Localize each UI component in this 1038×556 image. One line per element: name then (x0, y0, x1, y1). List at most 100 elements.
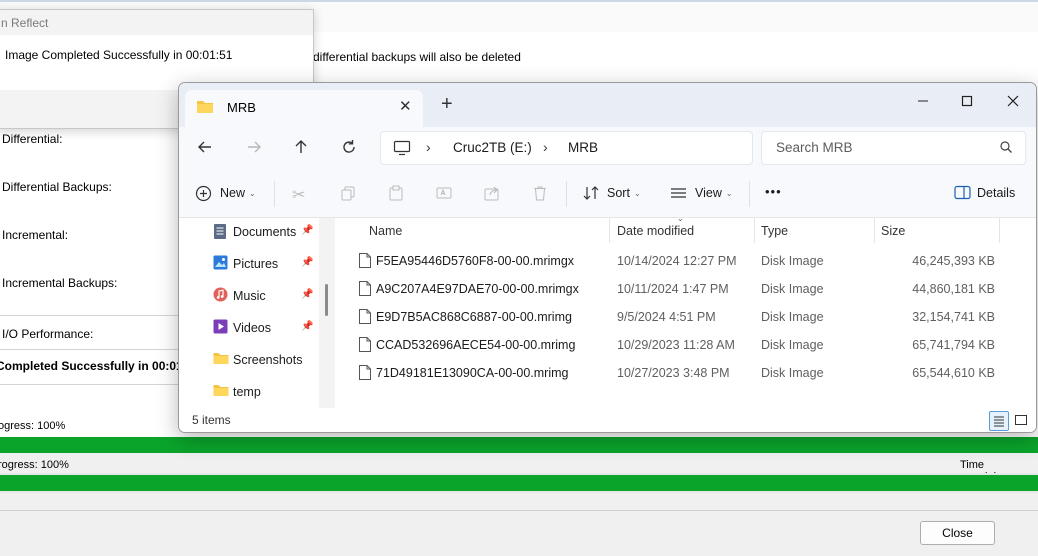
minimize-icon[interactable] (901, 88, 945, 114)
divider (0, 384, 180, 385)
file-icon (359, 253, 371, 271)
column-divider[interactable] (609, 217, 610, 243)
file-row[interactable]: A9C207A4E97DAE70-00-00.mrimgx 10/11/2024… (355, 275, 1015, 303)
view-button[interactable]: View ⌄ (695, 186, 733, 200)
file-row[interactable]: CCAD532696AECE54-00-00.mrimg 10/29/2023 … (355, 331, 1015, 359)
details-view-icon[interactable] (989, 411, 1009, 431)
delete-icon[interactable] (532, 185, 548, 204)
column-divider[interactable] (874, 217, 875, 243)
search-icon (999, 140, 1013, 157)
progress-text-1: ogress: 100% (0, 420, 66, 432)
breadcrumb-chevron-icon[interactable]: › (426, 139, 431, 155)
paste-icon[interactable] (388, 185, 404, 204)
view-icon (670, 185, 687, 204)
file-date: 10/29/2023 11:28 AM (617, 338, 735, 352)
nav-item-pictures[interactable]: Pictures 📌 (213, 253, 323, 277)
file-row[interactable]: 71D49181E13090CA-00-00.mrimg 10/27/2023 … (355, 359, 1015, 387)
close-window-icon[interactable] (991, 88, 1035, 114)
incremental-label: Incremental: (2, 228, 69, 242)
nav-label: Pictures (233, 257, 279, 271)
nav-item-screenshots[interactable]: Screenshots (213, 349, 323, 373)
close-tab-icon[interactable]: ✕ (399, 97, 412, 115)
large-icons-view-icon[interactable] (1012, 411, 1030, 429)
pin-icon[interactable]: 📌 (301, 289, 313, 300)
pin-icon[interactable]: 📌 (301, 225, 313, 236)
search-placeholder: Search MRB (776, 140, 853, 155)
sort-icon (583, 185, 600, 204)
completed-status: Completed Successfully in 00:01:5 (0, 359, 194, 373)
column-header-name[interactable]: Name (369, 224, 402, 238)
completion-message: Image Completed Successfully in 00:01:51 (5, 48, 233, 62)
search-box[interactable]: Search MRB (761, 131, 1026, 165)
file-size: 46,245,393 KB (912, 254, 995, 268)
more-options-icon[interactable]: ••• (765, 184, 782, 199)
file-name: F5EA95446D5760F8-00-00.mrimgx (376, 254, 575, 268)
new-label: New (220, 186, 246, 200)
forward-arrow-icon[interactable] (245, 138, 263, 160)
file-date: 10/27/2023 3:48 PM (617, 366, 730, 380)
progress-text-2: rogress: 100% (0, 459, 69, 471)
file-date: 10/14/2024 12:27 PM (617, 254, 737, 268)
sort-label: Sort (607, 186, 630, 200)
column-header-type[interactable]: Type (761, 224, 788, 238)
breadcrumb-drive[interactable]: Cruc2TB (E:) (453, 140, 532, 155)
column-divider[interactable] (754, 217, 755, 243)
view-label: View (695, 186, 722, 200)
column-divider[interactable] (999, 217, 1000, 243)
back-arrow-icon[interactable] (196, 138, 214, 160)
breadcrumb-folder[interactable]: MRB (568, 140, 598, 155)
share-icon[interactable] (484, 185, 500, 204)
file-icon (359, 365, 371, 383)
divider (0, 349, 180, 350)
nav-label: temp (233, 385, 261, 399)
refresh-icon[interactable] (340, 138, 358, 160)
rename-icon[interactable] (436, 185, 452, 204)
documents-icon (213, 223, 227, 243)
copy-icon[interactable] (340, 185, 356, 204)
incremental-backups-label: Incremental Backups: (2, 276, 118, 290)
differential-backups-label: Differential Backups: (2, 180, 112, 194)
sort-chevron-icon: ⌄ (677, 214, 684, 223)
file-explorer-window: MRB ✕ + › Cruc2TB (E:) › MRB Search MRB … (178, 82, 1037, 433)
file-type: Disk Image (761, 338, 824, 352)
sort-button[interactable]: Sort ⌄ (607, 186, 641, 200)
address-bar[interactable]: › Cruc2TB (E:) › MRB (380, 131, 753, 165)
tab-label: MRB (227, 100, 256, 115)
column-header-date[interactable]: Date modified (617, 224, 694, 238)
music-icon (213, 287, 228, 305)
maximize-icon[interactable] (945, 88, 989, 114)
new-button[interactable]: New ⌄ (220, 186, 256, 200)
details-button[interactable]: Details (977, 186, 1015, 200)
close-button[interactable]: Close (920, 521, 995, 545)
file-row[interactable]: F5EA95446D5760F8-00-00.mrimgx 10/14/2024… (355, 247, 1015, 275)
divider (566, 181, 567, 207)
new-tab-icon[interactable]: + (441, 94, 453, 114)
breadcrumb-chevron-icon[interactable]: › (543, 139, 548, 155)
folder-icon (196, 99, 214, 117)
nav-item-music[interactable]: Music 📌 (213, 285, 323, 309)
nav-scrollbar[interactable] (319, 218, 335, 408)
nav-item-documents[interactable]: Documents 📌 (213, 221, 323, 245)
title-bar: MRB ✕ + (179, 83, 1036, 127)
warning-text: differential backups will also be delete… (313, 50, 521, 64)
nav-item-videos[interactable]: Videos 📌 (213, 317, 323, 341)
divider (749, 181, 750, 207)
scroll-thumb[interactable] (325, 284, 328, 316)
pin-icon[interactable]: 📌 (301, 257, 313, 268)
up-arrow-icon[interactable] (292, 138, 310, 160)
nav-item-temp[interactable]: temp (213, 381, 323, 405)
item-count: 5 items (192, 413, 231, 427)
column-header-size[interactable]: Size (881, 224, 905, 238)
dialog-title: n Reflect (1, 16, 49, 30)
file-icon (359, 337, 371, 355)
file-row[interactable]: E9D7B5AC868C6887-00-00.mrimg 9/5/2024 4:… (355, 303, 1015, 331)
differential-label: Differential: (2, 132, 63, 146)
pin-icon[interactable]: 📌 (301, 321, 313, 332)
nav-label: Documents (233, 225, 297, 239)
nav-label: Screenshots (233, 353, 303, 367)
file-name: E9D7B5AC868C6887-00-00.mrimg (376, 310, 572, 324)
cut-icon[interactable]: ✂ (292, 185, 305, 205)
tab-mrb[interactable]: MRB ✕ (185, 90, 423, 127)
file-type: Disk Image (761, 254, 824, 268)
file-size: 44,860,181 KB (912, 282, 995, 296)
